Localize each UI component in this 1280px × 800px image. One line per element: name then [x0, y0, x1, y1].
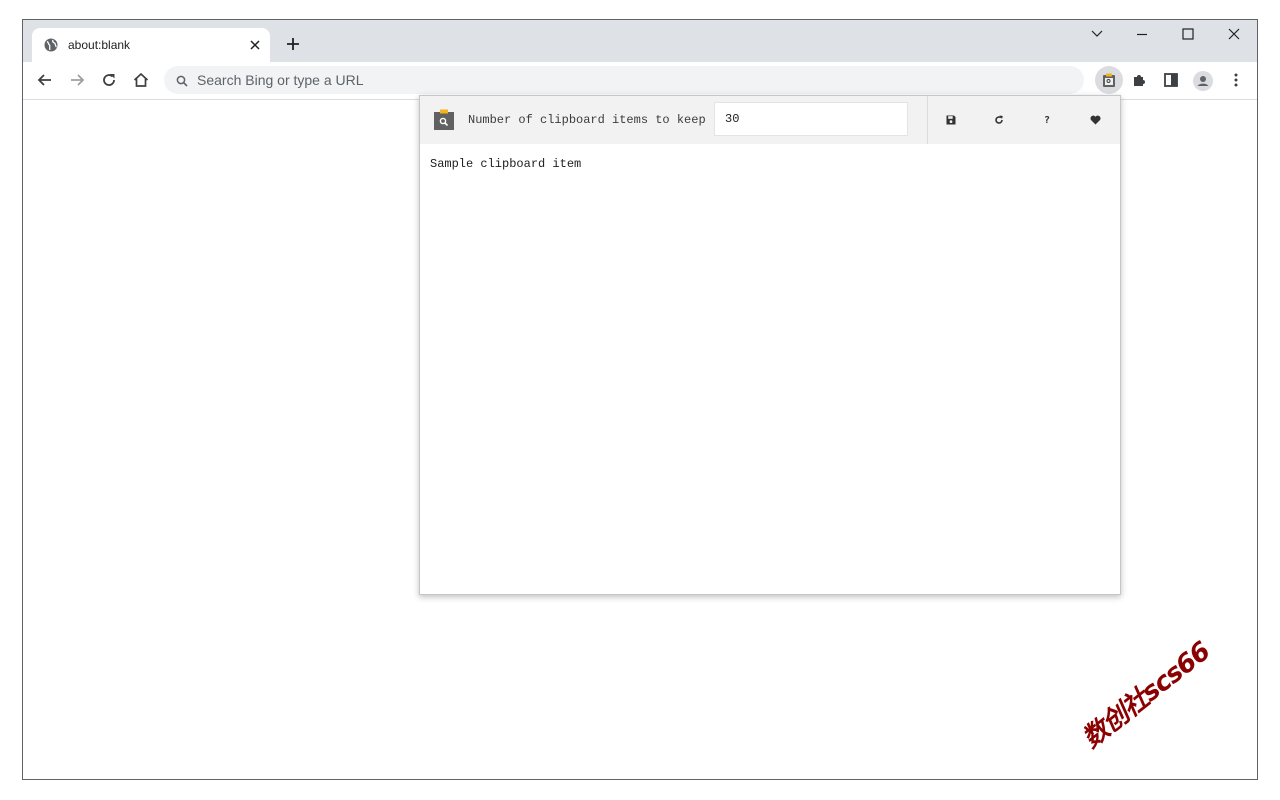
setting-label: Number of clipboard items to keep	[468, 113, 706, 127]
divider	[927, 96, 928, 144]
side-panel-icon[interactable]	[1162, 71, 1180, 89]
donate-button[interactable]	[1085, 110, 1105, 130]
tab-about-blank[interactable]: about:blank	[32, 28, 270, 62]
omnibox[interactable]	[164, 66, 1084, 94]
clipboard-extension-icon	[1101, 72, 1117, 88]
tab-strip: about:blank	[23, 20, 1257, 62]
tab-title: about:blank	[68, 38, 131, 52]
maximize-icon[interactable]	[1180, 26, 1196, 42]
refresh-icon	[994, 115, 1004, 125]
close-icon[interactable]	[1226, 26, 1242, 42]
plus-icon[interactable]	[285, 36, 301, 52]
profile-icon[interactable]	[1193, 71, 1213, 91]
list-item[interactable]: Sample clipboard item	[430, 157, 581, 171]
minimize-icon[interactable]	[1134, 26, 1150, 42]
forward-arrow-icon[interactable]	[68, 71, 86, 89]
clipboard-extension-popup: Number of clipboard items to keep ?	[419, 95, 1121, 595]
items-to-keep-input[interactable]	[714, 102, 908, 136]
chevron-down-icon[interactable]	[1089, 26, 1105, 42]
kebab-menu-icon[interactable]	[1227, 71, 1245, 89]
refresh-button[interactable]	[989, 110, 1009, 130]
close-icon[interactable]	[248, 38, 262, 52]
browser-window: about:blank Search Bing or type a URL Nu…	[22, 19, 1258, 780]
search-input[interactable]	[197, 66, 1057, 94]
heart-icon	[1089, 115, 1101, 125]
home-icon[interactable]	[132, 71, 150, 89]
save-button[interactable]	[941, 110, 961, 130]
clipboard-extension-button[interactable]	[1095, 66, 1123, 94]
search-icon	[176, 74, 188, 87]
globe-icon	[44, 38, 58, 52]
puzzle-icon[interactable]	[1130, 71, 1148, 89]
popup-header: Number of clipboard items to keep ?	[420, 96, 1120, 144]
help-icon: ?	[1043, 114, 1051, 126]
reload-icon[interactable]	[100, 71, 118, 89]
save-icon	[946, 115, 956, 125]
back-arrow-icon[interactable]	[36, 71, 54, 89]
clipboard-logo-icon	[433, 109, 455, 131]
help-button[interactable]: ?	[1037, 110, 1057, 130]
